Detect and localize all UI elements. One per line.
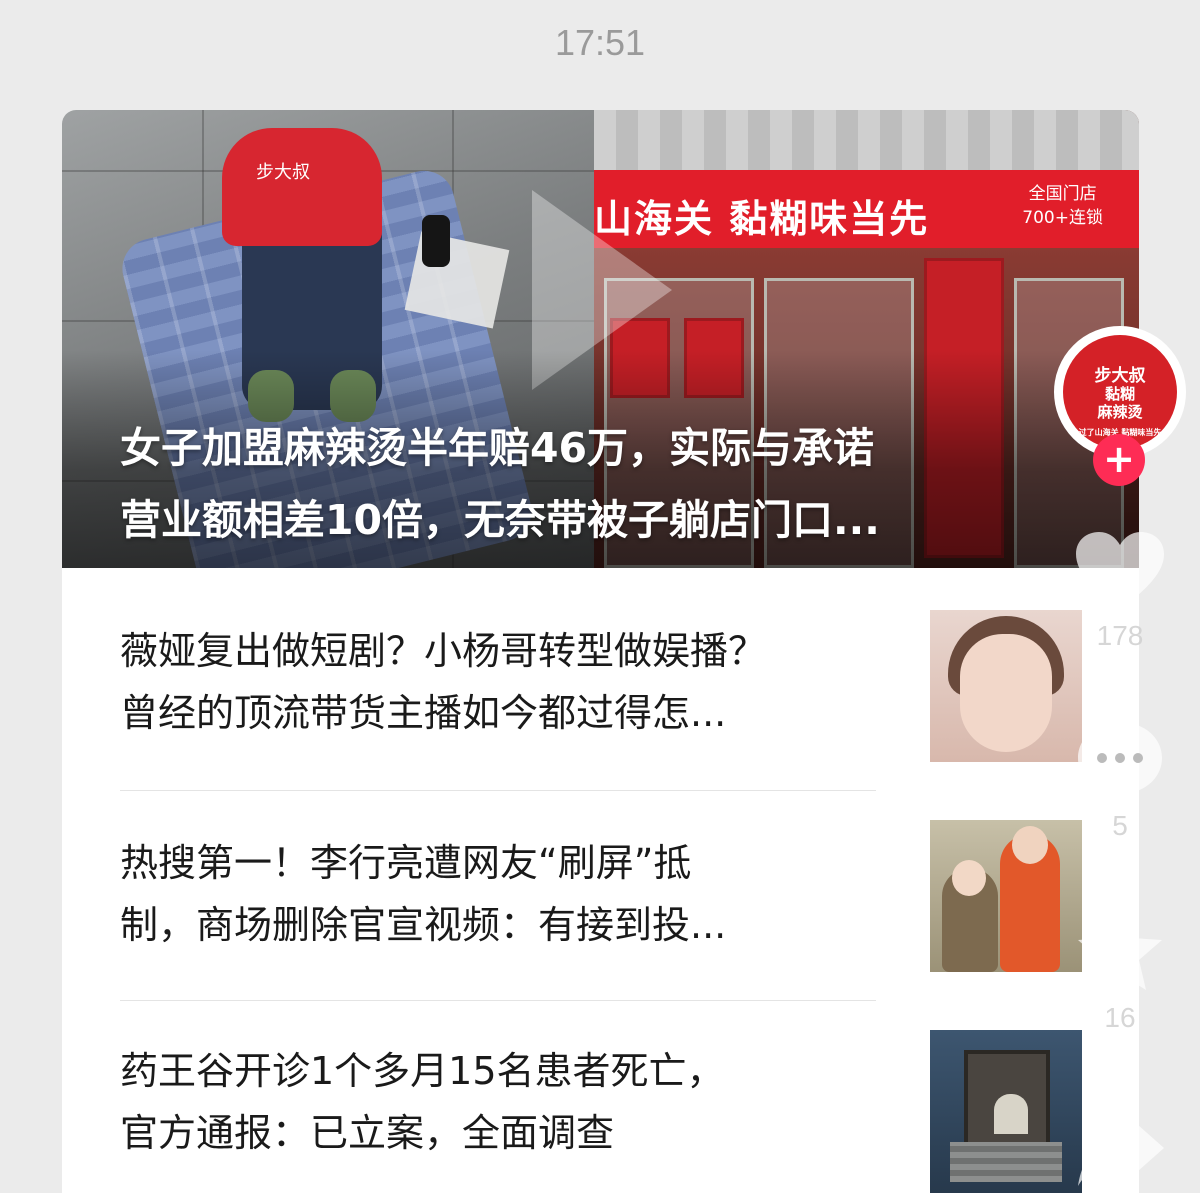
heart-icon [1076,532,1164,610]
news-item[interactable]: 热搜第一！李行亮遭网友“刷屏”抵 制，商场删除官宣视频：有接到投... [120,820,1120,980]
favorite-button[interactable]: 16 [1070,906,1170,1034]
like-count: 178 [1096,620,1144,651]
divider [120,1000,876,1001]
hero-article[interactable]: 步大叔 山海关 黏糊味当先 全国门店 700+连锁 女子加盟麻辣烫半年赔46万，… [62,110,1139,568]
news-item[interactable]: 薇娅复出做短剧？小杨哥转型做娱播？ 曾经的顶流带货主播如今都过得怎... [120,610,1120,770]
shop-signboard: 山海关 黏糊味当先 全国门店 700+连锁 [594,170,1139,248]
news-title: 药王谷开诊1个多月15名患者死亡， 官方通报：已立案，全面调查 [120,1049,725,1155]
message-timestamp: 17:51 [554,22,646,63]
comment-count: 5 [1112,810,1128,841]
bottle [422,215,450,267]
hero-title[interactable]: 女子加盟麻辣烫半年赔46万，实际与承诺 营业额相差10倍，无奈带被子躺店门口..… [120,412,1080,556]
comment-button[interactable]: 5 [1070,718,1170,842]
comment-icon [1078,722,1162,802]
mosaic-blur [594,110,1139,170]
news-title: 薇娅复出做短剧？小杨哥转型做娱播？ 曾经的顶流带货主播如今都过得怎... [120,629,767,735]
divider [120,790,876,791]
share-button[interactable] [1070,1110,1170,1190]
star-icon [1078,910,1162,990]
news-item[interactable]: 药王谷开诊1个多月15名患者死亡， 官方通报：已立案，全面调查 [120,1030,1120,1193]
news-card[interactable]: 步大叔 山海关 黏糊味当先 全国门店 700+连锁 女子加盟麻辣烫半年赔46万，… [62,110,1139,1193]
follow-button[interactable]: + [1093,434,1145,486]
like-button[interactable]: 178 [1070,528,1170,652]
person-red-vest: 步大叔 [200,128,404,246]
side-action-bar: 步大叔 黏糊 麻辣烫 过了山海关 黏糊味当先 + 178 5 16 [1050,310,1200,1193]
share-icon [1078,1116,1164,1186]
favorite-count: 16 [1104,1002,1136,1033]
sign-sub-text: 全国门店 700+连锁 [1022,184,1103,228]
vest-logo-text: 步大叔 [256,162,310,183]
news-title: 热搜第一！李行亮遭网友“刷屏”抵 制，商场删除官宣视频：有接到投... [120,841,727,947]
